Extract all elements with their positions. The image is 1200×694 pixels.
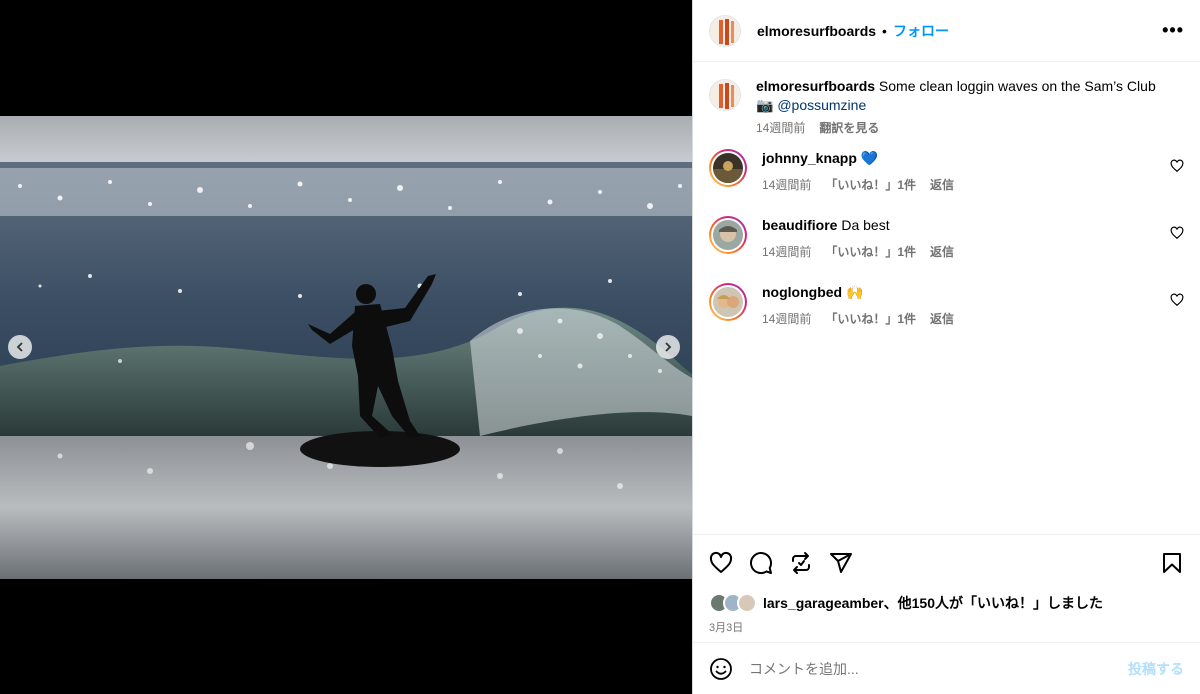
comment-avatar[interactable] [709,283,747,321]
mention-link[interactable]: @possumzine [777,97,866,113]
comment-item: johnny_knapp 💙 14週間前 「いいね！」1件 返信 [709,149,1184,216]
comment-username[interactable]: johnny_knapp [762,150,857,166]
caption-username[interactable]: elmoresurfboards [756,78,875,94]
comment-username[interactable]: noglongbed [762,284,842,300]
reply-button[interactable]: 返信 [930,176,954,193]
comment-like-icon[interactable] [1170,226,1184,240]
previous-photo-button[interactable] [8,335,32,359]
comment-avatar[interactable] [709,149,747,187]
comment-text: Da best [841,217,890,233]
comment-likes[interactable]: 「いいね！」1件 [825,176,916,193]
add-comment-bar: 投稿する [693,642,1200,694]
send-icon[interactable] [829,551,853,575]
comment-time[interactable]: 14週間前 [762,243,811,260]
more-options-icon[interactable]: ••• [1162,20,1184,41]
comment-username[interactable]: beaudifiore [762,217,837,233]
follow-button[interactable]: フォロー [893,21,949,41]
comments-list[interactable]: elmoresurfboards Some clean loggin waves… [693,63,1200,533]
translate-button[interactable]: 翻訳を見る [819,119,879,136]
action-icons [709,549,1184,577]
liker-avatar [737,593,757,613]
caption-avatar[interactable] [709,79,741,111]
comment-like-icon[interactable] [1170,293,1184,307]
comment-text: 🙌 [845,284,864,300]
camera-icon: 📷 [756,97,774,113]
likes-count-text[interactable]: 、他150人が「いいね！」しました [884,593,1103,613]
post-actions: lars_garageamber 、他150人が「いいね！」しました 3月3日 [693,534,1200,642]
comment-meta: 14週間前 「いいね！」1件 返信 [762,243,1184,260]
comment-body: noglongbed 🙌 14週間前 「いいね！」1件 返信 [762,283,1184,327]
heart-icon[interactable] [709,551,733,575]
comment-item: noglongbed 🙌 14週間前 「いいね！」1件 返信 [709,283,1184,350]
post-comment-button[interactable]: 投稿する [1128,659,1184,679]
comment-likes[interactable]: 「いいね！」1件 [825,243,916,260]
bookmark-icon[interactable] [1160,551,1184,575]
liker-username[interactable]: lars_garageamber [763,595,884,611]
caption-content: Some clean loggin waves on the Sam’s Clu… [875,78,1156,94]
post-viewer: elmoresurfboards • フォロー ••• elmoresurfbo… [0,0,1200,694]
comment-meta: 14週間前 「いいね！」1件 返信 [762,176,1184,193]
post-side-panel: elmoresurfboards • フォロー ••• elmoresurfbo… [692,0,1200,694]
comment-body: beaudifiore Da best 14週間前 「いいね！」1件 返信 [762,216,1184,260]
caption-body: elmoresurfboards Some clean loggin waves… [756,77,1184,136]
media-pane [0,0,692,694]
separator-dot: • [882,22,887,39]
caption-meta: 14週間前 翻訳を見る [756,119,1184,136]
author-avatar[interactable] [709,14,741,47]
comment-icon[interactable] [749,551,773,575]
likes-summary[interactable]: lars_garageamber 、他150人が「いいね！」しました [709,593,1184,613]
next-photo-button[interactable] [656,335,680,359]
chevron-left-icon [16,342,23,352]
liker-avatars [709,593,759,613]
emoji-icon[interactable] [709,657,733,681]
comment-body: johnny_knapp 💙 14週間前 「いいね！」1件 返信 [762,149,1184,193]
post-photo[interactable] [0,116,692,579]
author-username[interactable]: elmoresurfboards [757,23,876,39]
caption: elmoresurfboards Some clean loggin waves… [709,77,1184,149]
comment-input[interactable] [749,660,1128,677]
comment-text: 💙 [860,150,879,166]
repost-icon[interactable] [789,551,813,575]
comment-like-icon[interactable] [1170,159,1184,173]
comment-avatar[interactable] [709,216,747,254]
post-header: elmoresurfboards • フォロー ••• [693,0,1200,62]
comment-meta: 14週間前 「いいね！」1件 返信 [762,310,1184,327]
reply-button[interactable]: 返信 [930,243,954,260]
caption-time[interactable]: 14週間前 [756,119,805,136]
caption-text: elmoresurfboards Some clean loggin waves… [756,77,1184,115]
post-date[interactable]: 3月3日 [709,619,1184,635]
comment-likes[interactable]: 「いいね！」1件 [825,310,916,327]
comment-time[interactable]: 14週間前 [762,310,811,327]
comment-item: beaudifiore Da best 14週間前 「いいね！」1件 返信 [709,216,1184,283]
reply-button[interactable]: 返信 [930,310,954,327]
comment-time[interactable]: 14週間前 [762,176,811,193]
chevron-right-icon [665,342,672,352]
